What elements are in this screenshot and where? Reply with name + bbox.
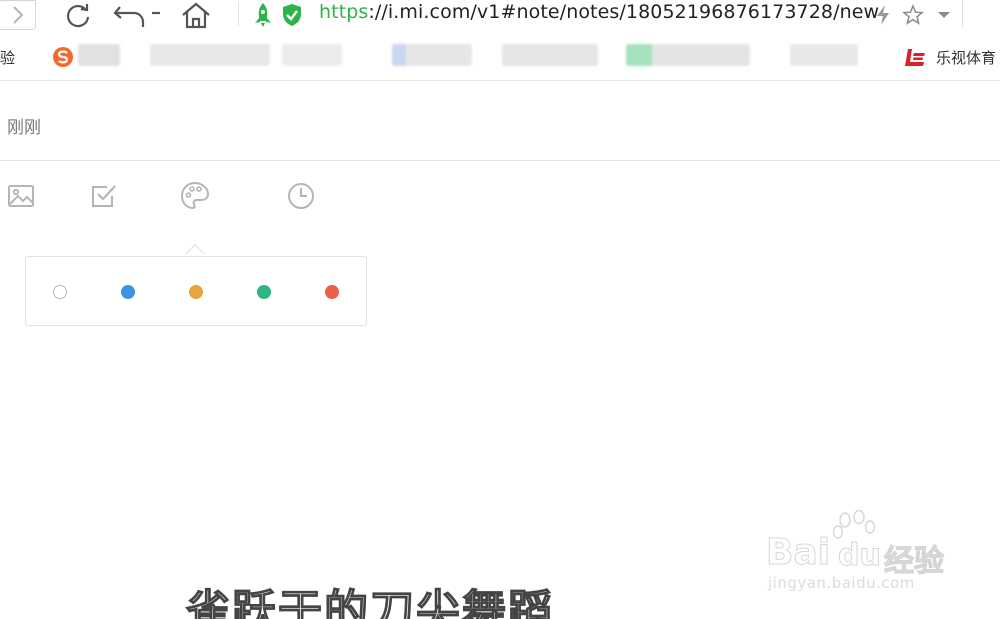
rocket-button[interactable]: [250, 0, 276, 30]
address-divider: [238, 2, 239, 26]
color-option-blue[interactable]: [121, 285, 135, 299]
lightning-icon: [877, 5, 889, 25]
browser-toolbar: https://i.mi.com/v1#note/notes/180521968…: [0, 0, 1000, 34]
refresh-button[interactable]: [62, 0, 94, 30]
redacted-bookmark: [502, 44, 598, 66]
shield-check-icon: [283, 4, 301, 26]
color-option-red[interactable]: [325, 285, 339, 299]
insert-checklist-button[interactable]: [88, 180, 120, 212]
secure-indicator[interactable]: [280, 0, 304, 30]
bookmark-label: 乐视体育: [936, 48, 997, 67]
watermark-bai: Bai: [765, 532, 831, 574]
video-caption: 雀跃于的刀尖舞蹈: [185, 585, 554, 619]
redacted-bookmark: [78, 44, 120, 66]
color-option-yellow[interactable]: [189, 285, 203, 299]
lightning-button[interactable]: [872, 0, 894, 30]
checkbox-icon: [92, 185, 116, 207]
forward-button[interactable]: [0, 0, 36, 30]
note-timestamp: 刚刚: [7, 118, 41, 138]
undo-icon: [113, 6, 160, 27]
sogou-logo-icon: [53, 47, 73, 67]
bookmark-item-partial[interactable]: 验: [0, 38, 15, 76]
home-icon: [182, 2, 210, 29]
address-bar-url[interactable]: https://i.mi.com/v1#note/notes/180521968…: [319, 1, 879, 23]
chevron-down-icon: [938, 12, 950, 18]
color-option-green[interactable]: [257, 285, 271, 299]
reminder-button[interactable]: [285, 180, 317, 212]
url-scheme: https: [319, 1, 369, 23]
redacted-bookmark: [282, 44, 342, 66]
toolbar-divider: [962, 0, 963, 28]
baidu-jingyan-watermark: Bai du 经验 jingyan.baidu.com: [765, 510, 956, 600]
redacted-bookmark: [150, 44, 270, 66]
watermark-du: du: [838, 538, 882, 574]
chevron-right-icon: [12, 6, 23, 24]
bookmark-item-sogou[interactable]: [52, 38, 74, 76]
rocket-icon: [255, 3, 271, 27]
image-icon: [8, 185, 34, 207]
color-palette-popover: [25, 256, 367, 326]
letv-logo-icon: [905, 49, 925, 66]
url-path: ://i.mi.com/v1#note/notes/18052196876173…: [368, 1, 880, 23]
header-divider: [0, 160, 1000, 161]
insert-image-button[interactable]: [5, 180, 37, 212]
palette-icon: [180, 181, 210, 210]
bookmark-star-button[interactable]: [901, 0, 925, 30]
color-palette-button[interactable]: [179, 180, 211, 212]
redacted-bookmark: [392, 44, 472, 66]
redacted-bookmark: [626, 44, 750, 66]
watermark-url: jingyan.baidu.com: [768, 574, 915, 592]
url-dropdown-button[interactable]: [934, 0, 954, 30]
bookmark-label: 验: [0, 48, 16, 67]
star-icon: [902, 4, 924, 25]
clock-icon: [288, 183, 314, 209]
refresh-icon: [66, 4, 90, 28]
redacted-bookmark: [790, 44, 858, 66]
home-button[interactable]: [180, 0, 212, 30]
undo-button[interactable]: [112, 0, 164, 30]
bookmarks-divider: [0, 80, 1000, 81]
color-option-white[interactable]: [53, 285, 67, 299]
bookmark-item-letv-sports[interactable]: 乐视体育: [904, 38, 996, 76]
